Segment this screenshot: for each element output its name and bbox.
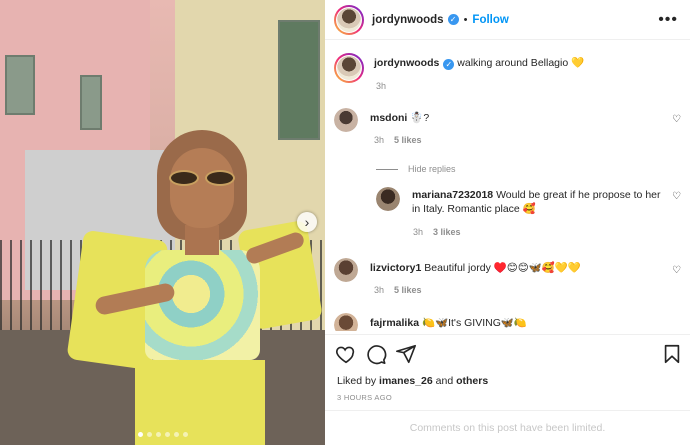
face [170,148,234,228]
comment-body: 🍋🦋It's GIVING🦋🍋 [421,317,528,329]
comment-username[interactable]: msdoni [370,112,407,124]
comment-body: ☃️? [410,112,430,124]
sunglasses [167,170,237,186]
comment-row: lizvictory1 Beautiful jordy ♥️😊😊🦋🥰💛💛 [334,258,581,282]
carousel-dot [173,432,179,437]
separator-dot: • [463,13,468,26]
comment-meta: 3h 5 likes [374,135,422,145]
reply-time: 3h [413,227,424,237]
comments-list[interactable]: jordynwoods ✓ walking around Bellagio 💛 3… [325,41,690,331]
comment-text: msdoni ☃️? [370,111,429,132]
comment-icon[interactable] [365,343,387,365]
avatar[interactable] [334,4,364,35]
follow-button[interactable]: Follow [472,14,508,26]
more-options-icon[interactable]: ••• [658,11,678,27]
heart-icon[interactable]: ♡ [672,191,681,202]
comment-row: fajrmalika 🍋🦋It's GIVING🦋🍋 [334,313,527,331]
carousel-dot [155,432,161,437]
comment-time: 3h [374,135,385,145]
post-header: jordynwoods ✓ • Follow ••• [325,0,690,40]
reply-username[interactable]: mariana7232018 [412,189,493,201]
divider [376,168,398,170]
avatar[interactable] [334,313,358,331]
carousel-indicator [0,432,325,437]
instagram-post-modal: › jordynwoods ✓ • Follow ••• jordynwoods… [0,0,690,445]
send-icon[interactable] [395,343,417,365]
reply-meta: 3h 3 likes [413,227,461,237]
comment-text: fajrmalika 🍋🦋It's GIVING🦋🍋 [370,316,527,331]
neck [185,225,219,255]
comment-username[interactable]: fajrmalika [370,317,419,329]
likes-prefix: Liked by [337,375,380,387]
author-username[interactable]: jordynwoods [372,14,444,26]
comment-text: lizvictory1 Beautiful jordy ♥️😊😊🦋🥰💛💛 [370,261,581,282]
verified-badge-icon: ✓ [443,59,455,70]
caption-username[interactable]: jordynwoods [374,57,439,69]
comment-body: Beautiful jordy ♥️😊😊🦋🥰💛💛 [424,262,581,274]
post-panel: jordynwoods ✓ • Follow ••• jordynwoods ✓ … [325,0,690,445]
carousel-dot [137,432,143,437]
comment-time: 3h [374,285,385,295]
window-shutter [80,75,102,130]
carousel-dot [146,432,152,437]
likes-others-link[interactable]: others [456,375,488,387]
caption-body: walking around Bellagio 💛 [457,57,585,69]
chevron-right-icon[interactable]: › [297,212,317,232]
caption-row: jordynwoods ✓ walking around Bellagio 💛 [334,53,584,83]
person-figure [66,130,324,445]
comment-likes[interactable]: 5 likes [394,285,422,295]
comment-row: msdoni ☃️? [334,108,429,132]
comment-likes[interactable]: 5 likes [394,135,422,145]
heart-icon[interactable] [335,343,357,365]
window-shutter [5,55,35,115]
bookmark-icon[interactable] [661,343,683,365]
heart-icon[interactable]: ♡ [672,265,681,276]
hide-replies-button[interactable]: Hide replies [376,164,456,174]
caption-text: jordynwoods ✓ walking around Bellagio 💛 [374,56,584,83]
reply-likes[interactable]: 3 likes [433,227,461,237]
avatar[interactable] [334,258,358,282]
caption-time: 3h [376,81,387,91]
patterned-top [145,250,260,360]
comments-limited-notice: Comments on this post have been limited. [325,410,690,445]
post-timestamp[interactable]: 3 HOURS AGO [337,393,392,402]
avatar[interactable] [376,187,400,211]
hide-replies-label: Hide replies [408,164,456,174]
verified-badge-icon: ✓ [447,14,459,25]
avatar[interactable] [334,53,364,83]
carousel-dot [182,432,188,437]
reply-row: mariana7232018 Would be great if he prop… [376,187,676,216]
reply-text: mariana7232018 Would be great if he prop… [412,188,662,216]
post-photo[interactable]: › [0,0,325,445]
comment-meta: 3h 5 likes [374,285,422,295]
action-bar [325,334,690,374]
likes-summary: Liked by imanes_26 and others [337,375,488,387]
carousel-dot [164,432,170,437]
heart-icon[interactable]: ♡ [672,114,681,125]
likes-and: and [432,375,457,387]
liked-by-user[interactable]: imanes_26 [379,375,433,387]
window-shutter [278,20,320,140]
comment-username[interactable]: lizvictory1 [370,262,421,274]
avatar[interactable] [334,108,358,132]
